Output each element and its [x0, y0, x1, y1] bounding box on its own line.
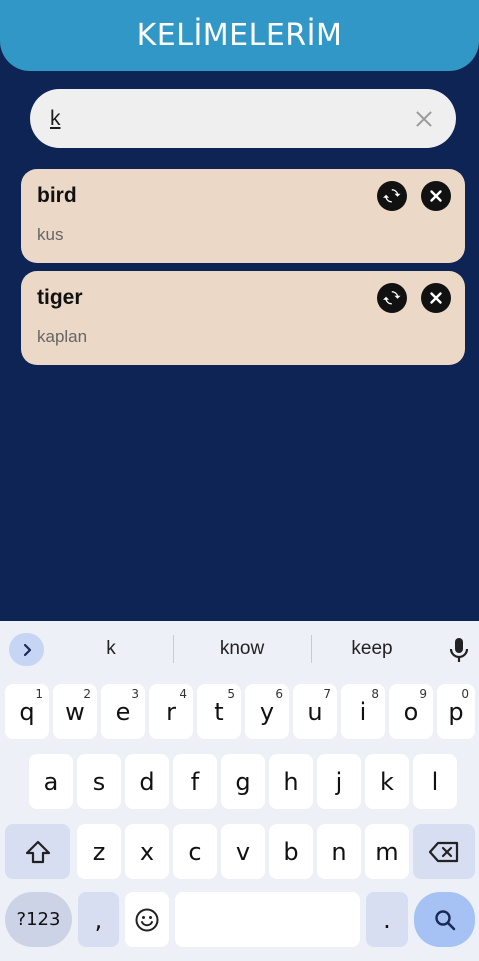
key-j[interactable]: j — [317, 754, 361, 809]
space-key[interactable] — [175, 892, 360, 947]
key-w[interactable]: w2 — [53, 684, 97, 739]
app-bar: KELİMELERİM — [0, 0, 479, 71]
backspace-key[interactable] — [413, 824, 475, 879]
key-m[interactable]: m — [365, 824, 409, 879]
key-i[interactable]: i8 — [341, 684, 385, 739]
keyboard: k know keep q1 w2 e3 r4 t5 y6 u7 i8 o9 p… — [0, 621, 479, 961]
key-g[interactable]: g — [221, 754, 265, 809]
key-d[interactable]: d — [125, 754, 169, 809]
key-x[interactable]: x — [125, 824, 169, 879]
key-a[interactable]: a — [29, 754, 73, 809]
key-f[interactable]: f — [173, 754, 217, 809]
key-v[interactable]: v — [221, 824, 265, 879]
suggestion-item[interactable]: know — [182, 638, 302, 660]
key-c[interactable]: c — [173, 824, 217, 879]
microphone-icon[interactable] — [447, 636, 471, 664]
key-l[interactable]: l — [413, 754, 457, 809]
key-u[interactable]: u7 — [293, 684, 337, 739]
shift-icon — [25, 840, 50, 863]
divider — [173, 635, 174, 663]
key-r[interactable]: r4 — [149, 684, 193, 739]
key-e[interactable]: e3 — [101, 684, 145, 739]
key-t[interactable]: t5 — [197, 684, 241, 739]
refresh-icon[interactable] — [377, 283, 407, 313]
search-input[interactable]: k — [50, 107, 412, 131]
card-meaning: kaplan — [37, 327, 88, 346]
chevron-right-icon — [23, 643, 31, 656]
key-z[interactable]: z — [77, 824, 121, 879]
comma-key[interactable]: , — [78, 892, 119, 947]
card-word: tiger — [37, 286, 83, 309]
suggestion-bar: k know keep — [0, 621, 479, 676]
key-y[interactable]: y6 — [245, 684, 289, 739]
card-meaning: kus — [37, 225, 64, 244]
word-card[interactable]: tiger kaplan — [21, 271, 465, 365]
clear-icon[interactable] — [412, 107, 436, 131]
delete-icon[interactable] — [421, 283, 451, 313]
key-q[interactable]: q1 — [5, 684, 49, 739]
key-k[interactable]: k — [365, 754, 409, 809]
emoji-icon — [135, 908, 159, 931]
search-icon — [434, 909, 455, 930]
word-card[interactable]: bird kus — [21, 169, 465, 263]
key-b[interactable]: b — [269, 824, 313, 879]
card-word: bird — [37, 184, 77, 207]
backspace-icon — [428, 841, 459, 862]
shift-key[interactable] — [5, 824, 70, 879]
refresh-icon[interactable] — [377, 181, 407, 211]
search-field[interactable]: k — [30, 89, 456, 148]
key-n[interactable]: n — [317, 824, 361, 879]
delete-icon[interactable] — [421, 181, 451, 211]
key-h[interactable]: h — [269, 754, 313, 809]
key-s[interactable]: s — [77, 754, 121, 809]
expand-suggestions-button[interactable] — [9, 633, 44, 666]
key-o[interactable]: o9 — [389, 684, 433, 739]
app-title: KELİMELERİM — [136, 18, 343, 53]
suggestion-item[interactable]: k — [51, 638, 171, 660]
search-key[interactable] — [414, 892, 475, 947]
period-key[interactable]: . — [366, 892, 408, 947]
emoji-key[interactable] — [125, 892, 169, 947]
key-p[interactable]: p0 — [437, 684, 475, 739]
suggestion-item[interactable]: keep — [312, 638, 432, 660]
symbols-key[interactable]: ?123 — [5, 892, 72, 947]
